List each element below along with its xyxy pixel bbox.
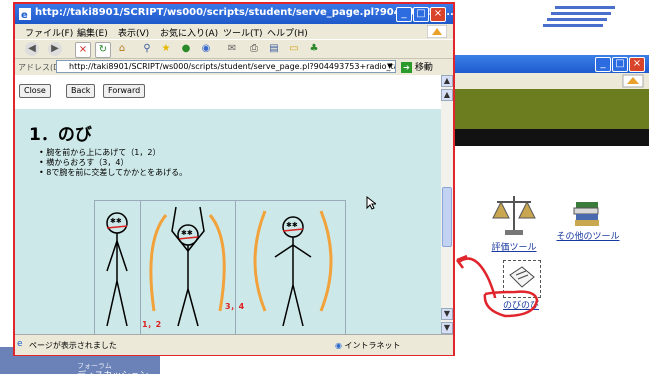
back-icon[interactable]: ◀ xyxy=(25,42,39,56)
address-input[interactable]: http://taki8901/SCRIPT/ws000/scripts/stu… xyxy=(56,60,396,73)
annotation-arrow-circle xyxy=(456,254,539,318)
history-icon[interactable]: ◉ xyxy=(199,42,213,56)
scroll-thumb[interactable] xyxy=(442,187,452,247)
svg-text:✱✱: ✱✱ xyxy=(181,229,193,237)
address-bar: アドレス(D) http://taki8901/SCRIPT/ws000/scr… xyxy=(15,58,453,76)
scale-icon[interactable] xyxy=(491,190,537,238)
vertical-scrollbar[interactable]: ▲ ▲ ▼ ▼ xyxy=(441,75,453,334)
books-icon[interactable] xyxy=(572,194,602,228)
mouse-cursor-icon xyxy=(366,196,376,210)
window-title: http://taki8901/SCRIPT/ws000/scripts/stu… xyxy=(35,7,454,18)
background-banner xyxy=(455,0,649,55)
back-button[interactable]: Back xyxy=(66,84,96,98)
stop-icon[interactable]: × xyxy=(75,42,91,58)
intranet-icon: ◉ xyxy=(335,341,342,350)
scroll-down-arrow-icon[interactable]: ▼ xyxy=(441,322,453,334)
messenger-icon[interactable]: ♣ xyxy=(307,42,321,56)
print-icon[interactable]: ⎙ xyxy=(247,42,261,56)
edit-icon[interactable]: ▤ xyxy=(267,42,281,56)
figure-panel-start: ✱✱ xyxy=(95,201,141,334)
background-window-menubar xyxy=(455,73,649,89)
svg-text:e: e xyxy=(21,10,28,21)
background-green-band xyxy=(455,89,649,129)
exercise-figure: ✱✱ ✱✱ 1，2 ✱✱ 3，4 xyxy=(94,200,346,334)
status-bar: e ページが表示されました ◉ イントラネット xyxy=(15,334,453,355)
instruction-item: • 8で腕を前に交差してかかとをあげる。 xyxy=(39,168,188,177)
background-dark-band xyxy=(455,129,649,146)
page-content: Close Back Forward 1．のび • 腕を前から上にあげて（1，2… xyxy=(15,75,441,334)
mail-icon[interactable]: ✉ xyxy=(225,42,239,56)
lesson-page: 1．のび • 腕を前から上にあげて（1，2） • 横からおろす（3，4） • 8… xyxy=(15,109,441,334)
go-button[interactable]: ➔ 移動 xyxy=(401,60,433,73)
home-icon[interactable]: ⌂ xyxy=(115,42,129,56)
windows-logo-icon xyxy=(427,25,447,38)
menu-favorites[interactable]: お気に入り(A) xyxy=(160,26,218,39)
svg-text:✱✱: ✱✱ xyxy=(110,217,122,225)
refresh-icon[interactable]: ↻ xyxy=(95,42,111,58)
scroll-double-up-icon[interactable]: ▲ xyxy=(441,89,453,101)
security-zone: ◉ イントラネット xyxy=(335,340,401,351)
bg-maximize-button[interactable]: □ xyxy=(612,57,628,72)
toolbar: ◀ ▶ × ↻ ⌂ ⚲ ★ ● ◉ ✉ ⎙ ▤ ▭ ♣ xyxy=(15,39,453,59)
window-titlebar[interactable]: e http://taki8901/SCRIPT/ws000/scripts/s… xyxy=(15,4,454,24)
popup-browser-window: e http://taki8901/SCRIPT/ws000/scripts/s… xyxy=(13,2,455,356)
minimize-button[interactable]: _ xyxy=(396,7,412,22)
media-icon[interactable]: ● xyxy=(179,42,193,56)
scroll-double-down-icon[interactable]: ▼ xyxy=(441,308,453,320)
discussion-label[interactable]: フォーラム ディスカッション xyxy=(77,361,148,381)
stick-figure-arms-down: ✱✱ xyxy=(253,210,333,327)
stick-figure-standing: ✱✱ xyxy=(106,212,128,327)
menu-tools[interactable]: ツール(T) xyxy=(223,26,263,39)
other-tools-label[interactable]: その他のツール xyxy=(555,232,621,242)
page-done-icon: e xyxy=(17,339,23,349)
scroll-up-arrow-icon[interactable]: ▲ xyxy=(441,75,453,87)
status-text: ページが表示されました xyxy=(29,341,117,350)
maximize-button[interactable]: □ xyxy=(413,7,429,22)
zone-label: イントラネット xyxy=(344,341,401,350)
menu-bar: ファイル(F) 編集(E) 表示(V) お気に入り(A) ツール(T) ヘルプ(… xyxy=(15,24,453,39)
bg-minimize-button[interactable]: _ xyxy=(595,57,611,72)
close-window-button[interactable]: × xyxy=(430,7,446,22)
forward-button[interactable]: Forward xyxy=(103,84,146,98)
background-window-titlebar: _ □ × xyxy=(455,55,649,73)
figure-panel-arms-up: ✱✱ 1，2 xyxy=(140,201,236,334)
svg-text:✱✱: ✱✱ xyxy=(286,221,298,229)
menu-file[interactable]: ファイル(F) xyxy=(25,26,73,39)
menu-view[interactable]: 表示(V) xyxy=(118,26,149,39)
menu-edit[interactable]: 編集(E) xyxy=(77,26,108,39)
figure-panel-arms-down: ✱✱ 3，4 xyxy=(225,201,345,334)
favorites-star-icon[interactable]: ★ xyxy=(159,42,173,56)
address-dropdown-icon[interactable]: ▼ xyxy=(387,62,392,70)
page-nav-bar: Close Back Forward xyxy=(15,75,441,109)
banner-logo-graphic xyxy=(543,6,615,27)
figure-label-1-2: 1，2 xyxy=(142,320,162,329)
ie-icon: e xyxy=(19,8,31,21)
menu-help[interactable]: ヘルプ(H) xyxy=(267,26,308,39)
go-label: 移動 xyxy=(414,63,433,73)
forward-icon[interactable]: ▶ xyxy=(48,42,62,56)
go-arrow-icon: ➔ xyxy=(401,62,412,73)
search-icon[interactable]: ⚲ xyxy=(140,42,154,56)
stick-figure-arms-up: ✱✱ xyxy=(149,206,226,327)
page-title: 1．のび xyxy=(29,125,92,145)
bg-close-button[interactable]: × xyxy=(629,57,645,72)
figure-label-3-4: 3，4 xyxy=(225,302,245,311)
close-button[interactable]: Close xyxy=(19,84,51,98)
folder-icon[interactable]: ▭ xyxy=(287,42,301,56)
